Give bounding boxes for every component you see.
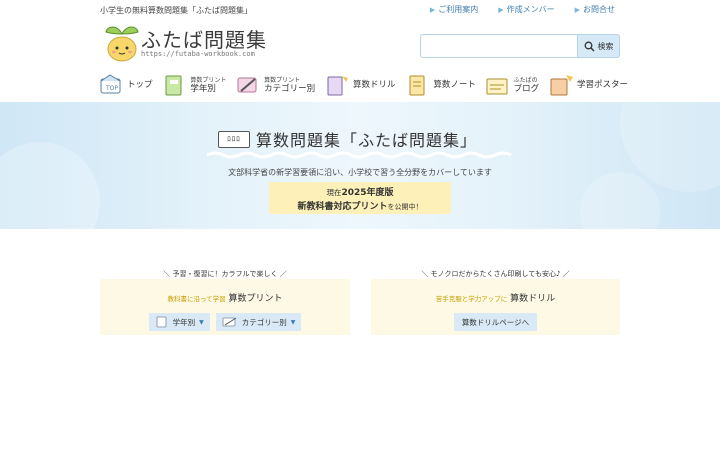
math-drill-card: 苦手克服と学力アップに 算数ドリル 算数ドリルページへ bbox=[371, 279, 620, 335]
drill-card-caption: ＼ モノクロだからたくさん印刷しても安心♪ ／ bbox=[421, 270, 570, 278]
nav-item-blog[interactable]: ふたばの ブログ bbox=[485, 70, 539, 100]
search-form: 検索 bbox=[420, 34, 620, 58]
note-icon bbox=[409, 75, 425, 96]
nav-item-grade[interactable]: 算数プリント 学年別 bbox=[161, 70, 226, 100]
hero-announcement: 現在2025年度版 新教科書対応プリントを公開中！ bbox=[269, 182, 451, 214]
nav-item-drill[interactable]: 算数ドリル bbox=[324, 70, 396, 100]
site-tagline: 小学生の無料算数問題集「ふたば問題集」 bbox=[100, 6, 252, 15]
drill-page-button[interactable]: 算数ドリルページへ bbox=[453, 313, 538, 331]
notebook-icon bbox=[156, 316, 167, 328]
nav-item-category[interactable]: 算数プリント カテゴリー別 bbox=[235, 70, 315, 100]
main-nav: TOP トップ 算数プリント 学年別 算数プリント カテゴリー別 算数ドリル 算数ノ… bbox=[98, 70, 628, 100]
logo-url: https://futaba-workbook.com bbox=[141, 50, 255, 58]
drill-book-icon bbox=[327, 76, 348, 96]
arrow-right-icon: ▶ bbox=[429, 5, 436, 14]
search-button[interactable]: 検索 bbox=[577, 34, 620, 58]
wave-divider bbox=[207, 151, 512, 159]
contact-link[interactable]: ▶ お問合せ bbox=[575, 4, 615, 15]
hero-subtitle: 文部科学省の新学習要領に沿い、小学校で習う全分野をカバーしています bbox=[228, 168, 492, 177]
math-print-card: 教科書に沿って学習 算数プリント 学年別 ▼ カテゴリー別 ▼ bbox=[100, 279, 350, 335]
pencil-icon bbox=[237, 77, 257, 93]
search-input[interactable] bbox=[420, 34, 577, 58]
arrow-right-icon: ▶ bbox=[574, 5, 580, 14]
nav-item-poster[interactable]: 学習ポスター bbox=[548, 70, 628, 100]
notebook-icon bbox=[165, 75, 182, 96]
site-logo[interactable]: ふたば問題集 https://futaba-workbook.com bbox=[103, 22, 273, 66]
drill-card-heading: 苦手克服と学力アップに 算数ドリル bbox=[435, 294, 556, 304]
logo-title: ふたば問題集 bbox=[141, 28, 267, 52]
hero-banner: ﾛﾛﾛ 算数問題集「ふたば問題集」 文部科学省の新学習要領に沿い、小学校で習う全… bbox=[0, 102, 720, 229]
hero-title: 算数問題集「ふたば問題集」 bbox=[256, 131, 478, 150]
nav-item-note[interactable]: 算数ノート bbox=[404, 70, 476, 100]
members-link[interactable]: ▶ 作成メンバー bbox=[498, 4, 554, 15]
hero-title-row: ﾛﾛﾛ 算数問題集「ふたば問題集」 bbox=[218, 127, 477, 151]
blog-icon bbox=[486, 78, 508, 95]
sprout-mascot-icon bbox=[105, 26, 139, 62]
print-card-caption: ＼ 予習・復習に！カラフルで楽しく ／ bbox=[163, 270, 287, 278]
nav-item-top[interactable]: TOP トップ bbox=[98, 70, 153, 100]
search-icon bbox=[584, 41, 595, 52]
poster-icon bbox=[550, 75, 573, 96]
usage-guide-link[interactable]: ▶ ご利用案内 bbox=[430, 4, 478, 15]
caret-down-icon: ▼ bbox=[199, 318, 204, 326]
print-card-heading: 教科書に沿って学習 算数プリント bbox=[167, 294, 283, 304]
home-icon: TOP bbox=[100, 74, 121, 94]
category-print-button[interactable]: カテゴリー別 ▼ bbox=[215, 313, 302, 331]
hero-tag: ﾛﾛﾛ bbox=[218, 130, 250, 148]
top-links: ▶ ご利用案内 ▶ 作成メンバー ▶ お問合せ bbox=[430, 4, 615, 15]
pencil-icon bbox=[222, 317, 237, 327]
svg-text:TOP: TOP bbox=[105, 85, 118, 92]
arrow-right-icon: ▶ bbox=[498, 5, 504, 14]
grade-print-button[interactable]: 学年別 ▼ bbox=[148, 313, 210, 331]
caret-down-icon: ▼ bbox=[290, 318, 296, 326]
